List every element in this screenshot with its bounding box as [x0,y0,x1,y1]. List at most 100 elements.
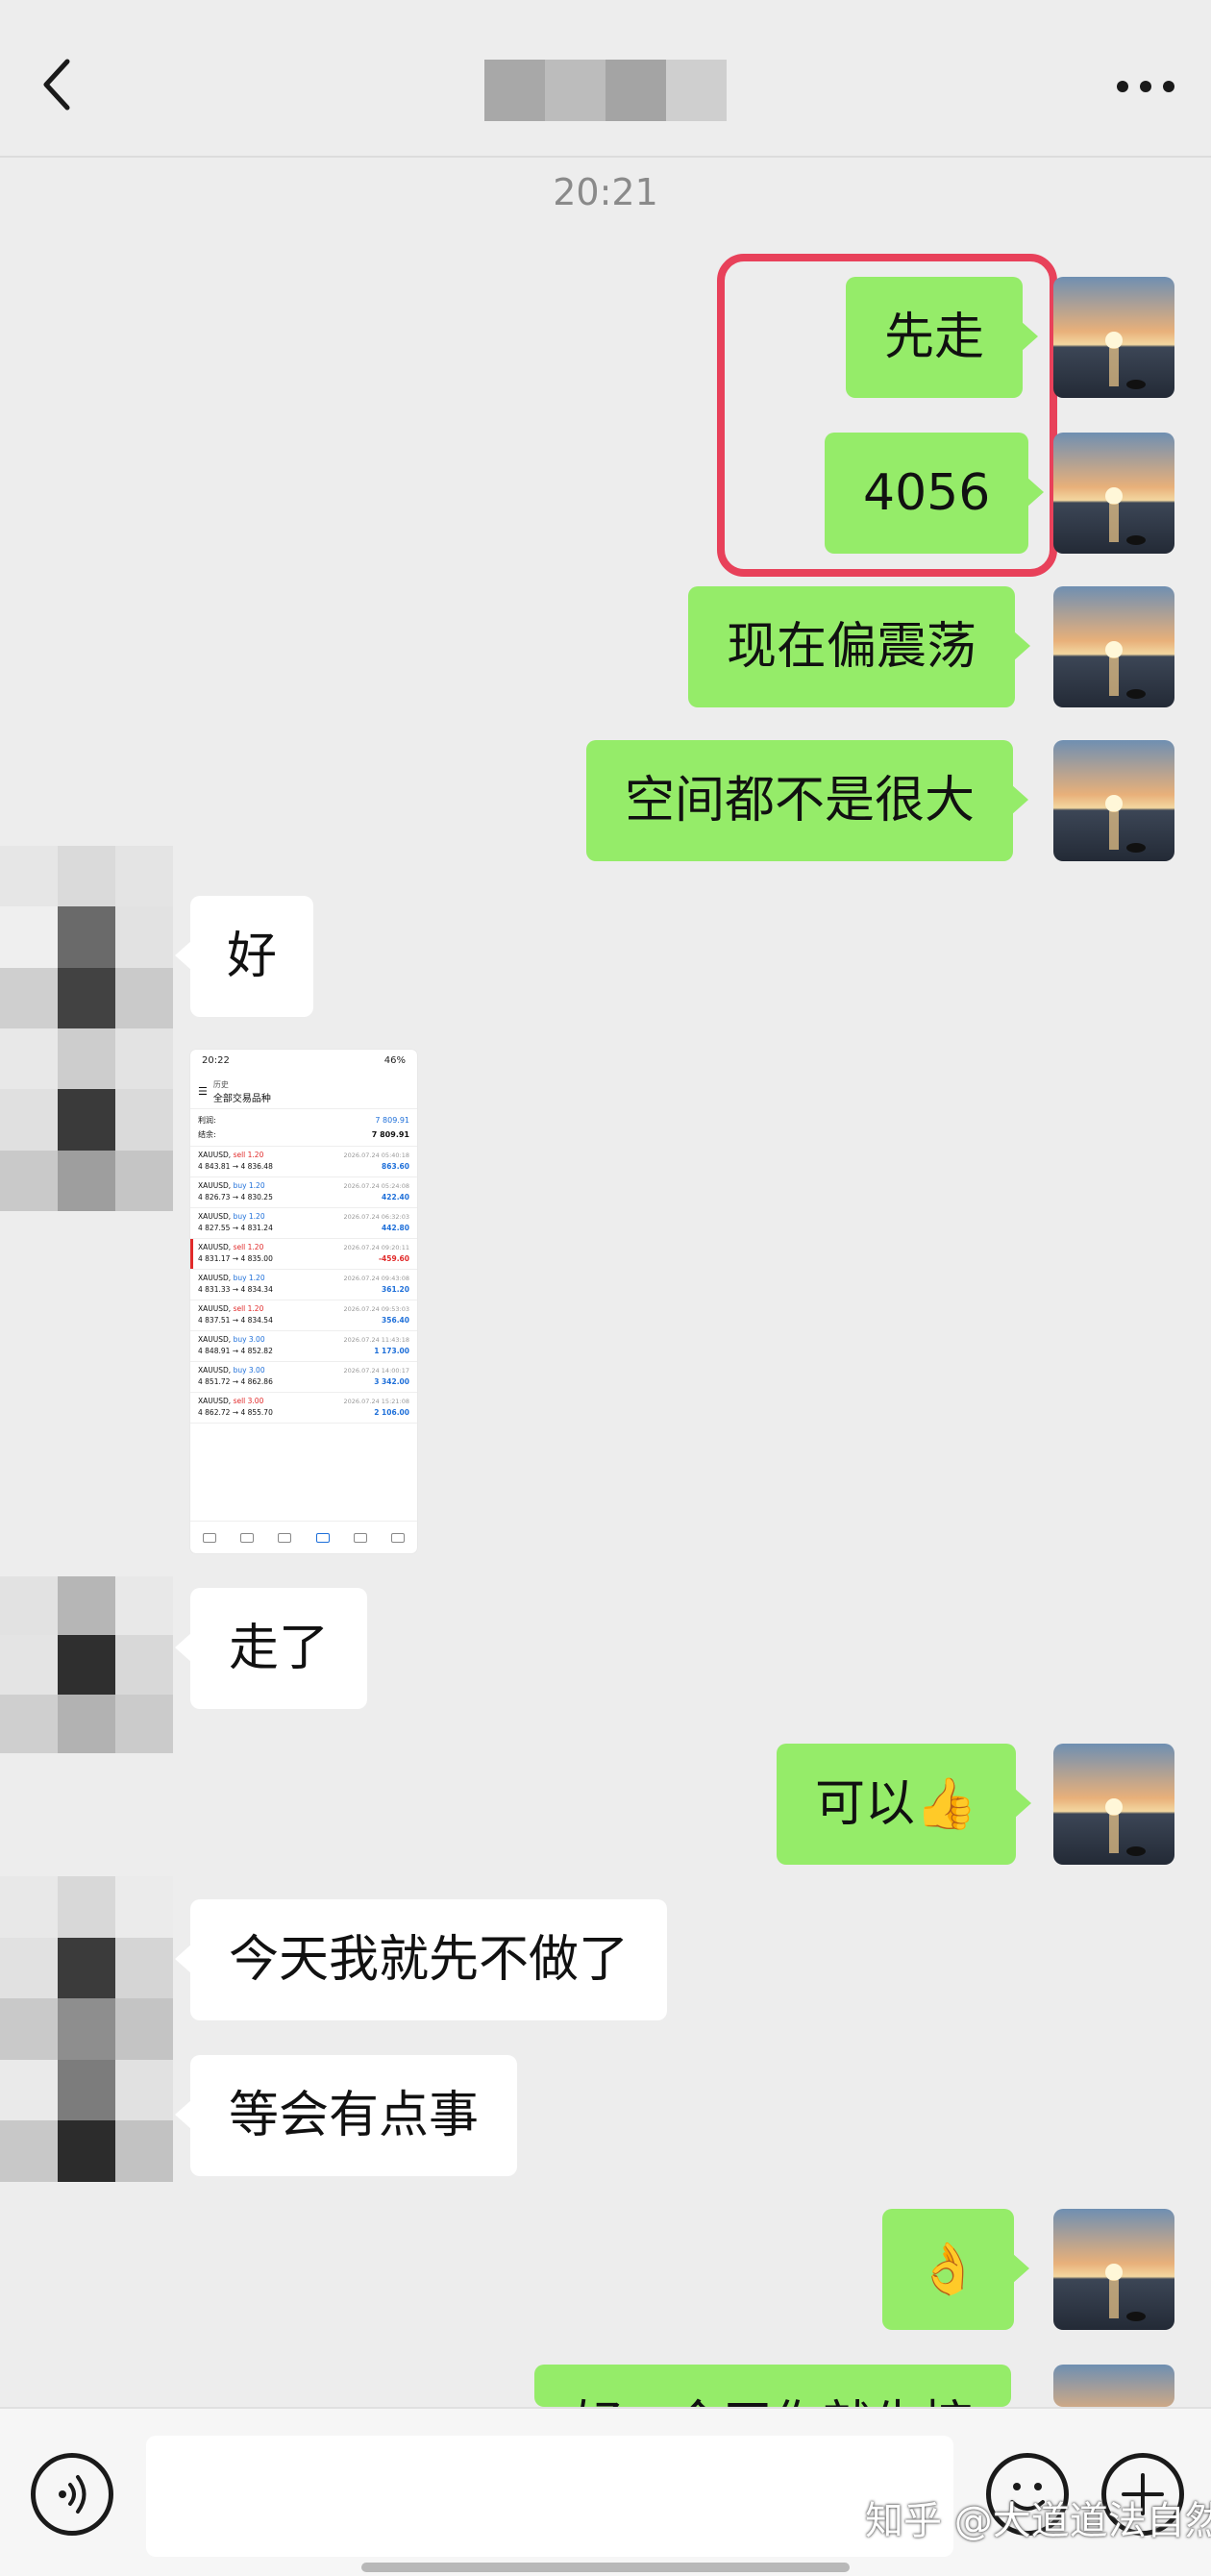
avatar-self[interactable] [1053,2365,1174,2407]
trade-side: buy 1.20 [233,1181,265,1190]
trade-date: 2026.07.24 05:24:08 [343,1182,409,1190]
message-input[interactable] [146,2436,953,2557]
trade-symbol: XAUUSD, [198,1366,232,1375]
trade-row: XAUUSD, buy 1.20 2026.07.24 06:32:03 4 827… [190,1208,417,1239]
trade-prices: 4 827.55 → 4 831.24 [198,1224,273,1232]
trade-date: 2026.07.24 15:21:08 [343,1398,409,1405]
image-message-trade-history[interactable]: 20:22 46% ☰ 历史全部交易品种 利润: 7 809.91 结余: 7 809… [190,1050,417,1553]
contact-name-blurred [484,60,727,121]
trade-date: 2026.07.24 05:40:18 [343,1152,409,1159]
trade-profit: 361.20 [382,1285,409,1294]
avatar-self[interactable] [1053,586,1174,707]
trade-symbol: XAUUSD, [198,1304,232,1313]
trade-row: XAUUSD, sell 1.20 2026.07.24 09:20:11 4 83… [190,1239,417,1270]
trade-prices: 4 831.17 → 4 835.00 [198,1254,273,1263]
trade-row: XAUUSD, buy 1.20 2026.07.24 05:24:08 4 826… [190,1177,417,1208]
message-bubble-received[interactable]: 好 [174,896,314,1017]
input-bar: 知乎 @大道道法自然 [0,2407,1211,2576]
message-bubble-sent[interactable]: 空间都不是很大 [586,740,1029,861]
screenshot-status-bar: 20:22 46% [190,1050,417,1075]
trade-profit: 1 173.00 [374,1347,409,1355]
trade-profit: 356.40 [382,1316,409,1325]
trade-side: sell 1.20 [233,1304,264,1313]
trade-symbol: XAUUSD, [198,1212,232,1221]
trade-row: XAUUSD, buy 3.00 2026.07.24 14:00:17 4 851… [190,1362,417,1393]
trade-date: 2026.07.24 14:00:17 [343,1367,409,1375]
screenshot-header-small: 历史 [212,1079,229,1089]
voice-icon[interactable] [31,2453,113,2536]
trade-profit: -459.60 [378,1254,409,1263]
avatar-contact-blurred[interactable] [0,1876,173,2182]
avatar-contact-blurred[interactable] [0,846,173,1211]
trade-prices: 4 837.51 → 4 834.54 [198,1316,273,1325]
trade-side: sell 1.20 [233,1243,264,1251]
trade-date: 2026.07.24 11:43:18 [343,1336,409,1344]
avatar-contact-blurred[interactable] [0,1576,173,1753]
back-chevron-icon[interactable] [37,56,79,113]
balance-value: 7 809.91 [371,1130,409,1139]
trade-row: XAUUSD, buy 3.00 2026.07.24 11:43:18 4 848… [190,1331,417,1362]
trade-date: 2026.07.24 09:20:11 [343,1244,409,1251]
trade-symbol: XAUUSD, [198,1397,232,1405]
screenshot-header: ☰ 历史全部交易品种 [190,1075,417,1109]
trade-row: XAUUSD, buy 1.20 2026.07.24 09:43:08 4 831… [190,1270,417,1300]
screenshot-header-title: 全部交易品种 [212,1093,271,1104]
more-dots-icon[interactable] [1117,77,1174,96]
trade-list: XAUUSD, sell 1.20 2026.07.24 05:40:18 4 84… [190,1147,417,1424]
trade-prices: 4 831.33 → 4 834.34 [198,1285,273,1294]
avatar-self[interactable] [1053,277,1174,398]
menu-icon: ☰ [198,1085,208,1098]
trade-date: 2026.07.24 09:53:03 [343,1305,409,1313]
balance-label: 结余: [198,1130,216,1139]
trade-date: 2026.07.24 09:43:08 [343,1275,409,1282]
trade-date: 2026.07.24 06:32:03 [343,1213,409,1221]
trade-row: XAUUSD, sell 1.20 2026.07.24 05:40:18 4 84… [190,1147,417,1177]
trade-row: XAUUSD, sell 1.20 2026.07.24 09:53:03 4 83… [190,1300,417,1331]
message-bubble-received[interactable]: 今天我就先不做了 [174,1899,668,2020]
trade-side: buy 3.00 [233,1335,265,1344]
avatar-self[interactable] [1053,740,1174,861]
trade-side: buy 1.20 [233,1212,265,1221]
screenshot-nav-bar [190,1521,417,1553]
profit-label: 利润: [198,1116,216,1125]
trade-symbol: XAUUSD, [198,1274,232,1282]
trade-prices: 4 851.72 → 4 862.86 [198,1377,273,1386]
trade-prices: 4 848.91 → 4 852.82 [198,1347,273,1355]
trade-symbol: XAUUSD, [198,1181,232,1190]
trade-profit: 863.60 [382,1162,409,1171]
screenshot-time: 20:22 [202,1055,230,1066]
trade-profit: 3 342.00 [374,1377,409,1386]
message-bubble-received[interactable]: 等会有点事 [174,2055,518,2176]
message-bubble-sent[interactable]: 可以👍 [777,1744,1031,1865]
screenshot-summary: 利润: 7 809.91 结余: 7 809.91 [190,1109,417,1147]
message-bubble-sent[interactable]: 👌 [882,2209,1029,2330]
trade-symbol: XAUUSD, [198,1151,232,1159]
message-bubble-sent[interactable]: 4056 [825,433,1045,554]
message-bubble-sent[interactable]: 好，今天你就先控 [534,2365,1012,2407]
trade-side: buy 1.20 [233,1274,265,1282]
avatar-self[interactable] [1053,2209,1174,2330]
trade-symbol: XAUUSD, [198,1243,232,1251]
avatar-self[interactable] [1053,433,1174,554]
trade-profit: 422.40 [382,1193,409,1201]
screenshot-battery: 46% [383,1055,406,1066]
trade-side: buy 3.00 [233,1366,265,1375]
profit-value: 7 809.91 [375,1116,409,1125]
trade-profit: 442.80 [382,1224,409,1232]
trade-symbol: XAUUSD, [198,1335,232,1344]
home-indicator [361,2563,850,2572]
chat-header [0,0,1211,158]
trade-side: sell 3.00 [233,1397,264,1405]
trade-prices: 4 862.72 → 4 855.70 [198,1408,273,1417]
trade-row: XAUUSD, sell 3.00 2026.07.24 15:21:08 4 86… [190,1393,417,1424]
trade-prices: 4 843.81 → 4 836.48 [198,1162,273,1171]
message-timestamp: 20:21 [553,171,658,213]
message-bubble-sent[interactable]: 现在偏震荡 [688,586,1031,707]
message-bubble-received[interactable]: 走了 [174,1588,368,1709]
watermark: 知乎 @大道道法自然 [865,2499,1211,2543]
trade-side: sell 1.20 [233,1151,264,1159]
message-bubble-sent[interactable]: 先走 [846,277,1039,398]
trade-profit: 2 106.00 [374,1408,409,1417]
avatar-self[interactable] [1053,1744,1174,1865]
trade-prices: 4 826.73 → 4 830.25 [198,1193,273,1201]
